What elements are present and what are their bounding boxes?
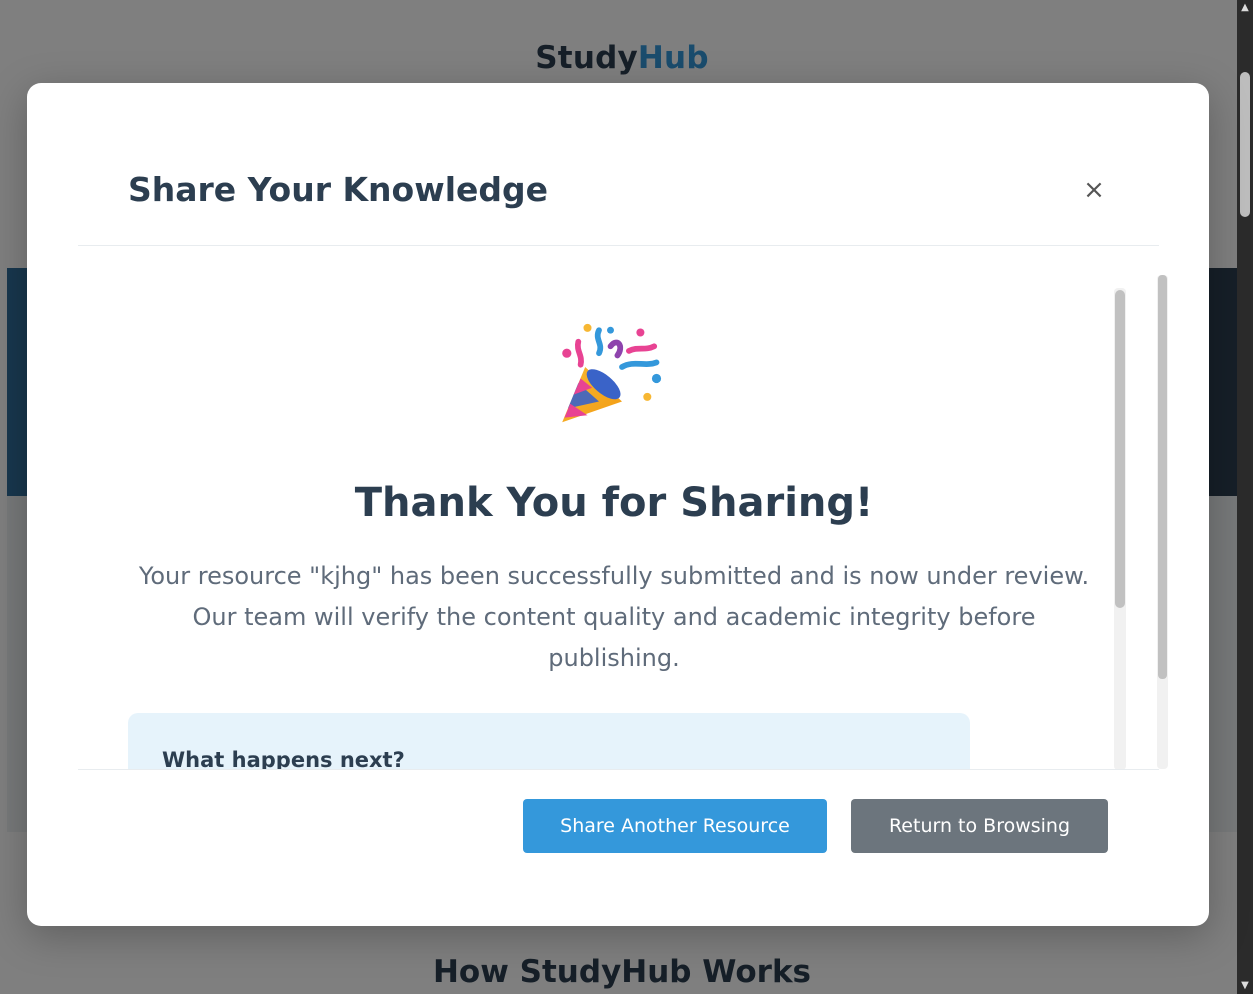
return-browsing-button[interactable]: Return to Browsing [851,799,1108,853]
page-scrollbar[interactable]: ▲ ▼ [1237,0,1253,994]
scroll-down-icon[interactable]: ▼ [1237,978,1253,994]
share-another-button[interactable]: Share Another Resource [523,799,827,853]
modal-scrollbar-thumb[interactable] [1158,275,1167,679]
scroll-up-icon[interactable]: ▲ [1237,0,1253,16]
content-scrollbar-thumb[interactable] [1115,290,1125,608]
close-icon[interactable]: × [1080,176,1108,204]
modal-scrollbar[interactable] [1157,275,1168,769]
modal-title: Share Your Knowledge [128,170,549,209]
content-scrollbar[interactable] [1114,288,1126,770]
share-modal: Share Your Knowledge × Thank You for Sha… [27,83,1209,926]
next-steps-box: What happens next? [128,713,970,769]
modal-footer-divider [78,769,1159,770]
modal-body[interactable]: Thank You for Sharing! Your resource "kj… [78,246,1159,769]
party-popper-icon [562,323,662,423]
page-scrollbar-thumb[interactable] [1240,72,1250,217]
success-heading: Thank You for Sharing! [354,480,874,526]
success-message: Your resource "kjhg" has been successful… [138,562,1090,672]
next-steps-title: What happens next? [162,748,405,769]
